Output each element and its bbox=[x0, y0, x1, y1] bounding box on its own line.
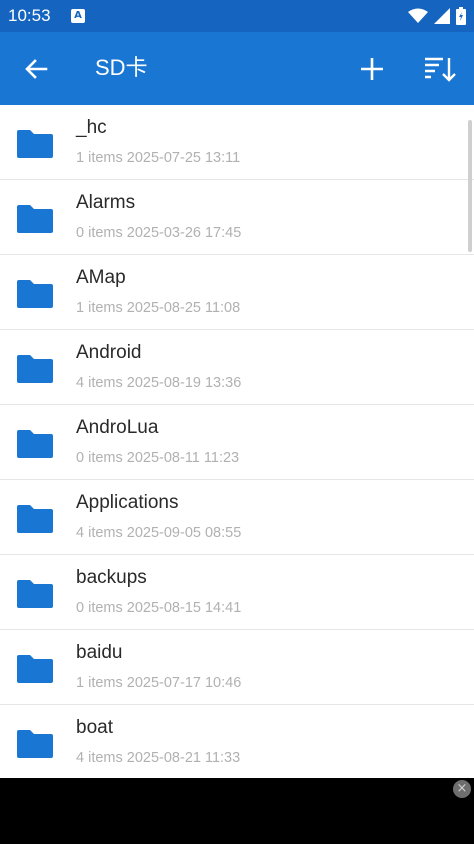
folder-count: 0 items bbox=[76, 600, 123, 616]
folder-row[interactable]: Applications 4 items 2025-09-05 08:55 bbox=[0, 480, 474, 555]
folder-date: 2025-07-17 10:46 bbox=[126, 675, 242, 691]
wifi-icon bbox=[408, 8, 428, 23]
sort-button[interactable] bbox=[424, 54, 456, 84]
folder-meta: 1 items 2025-08-25 11:08 bbox=[76, 299, 240, 317]
folder-date: 2025-08-21 11:33 bbox=[126, 750, 241, 766]
folder-row[interactable]: _hc 1 items 2025-07-25 13:11 bbox=[0, 105, 474, 180]
folder-count: 0 items bbox=[76, 225, 123, 241]
close-ad-button[interactable]: × bbox=[453, 780, 471, 798]
folder-name: baidu bbox=[76, 642, 123, 663]
folder-meta: 4 items 2025-08-21 11:33 bbox=[76, 749, 240, 767]
folder-count: 1 items bbox=[76, 300, 123, 316]
status-time: 10:53 bbox=[8, 6, 51, 25]
folder-name: _hc bbox=[76, 117, 107, 138]
folder-icon bbox=[17, 130, 53, 158]
folder-name: Android bbox=[76, 342, 142, 363]
folder-row[interactable]: baidu 1 items 2025-07-17 10:46 bbox=[0, 630, 474, 705]
folder-name: backups bbox=[76, 567, 147, 588]
folder-date: 2025-08-19 13:36 bbox=[126, 375, 242, 391]
folder-row[interactable]: AMap 1 items 2025-08-25 11:08 bbox=[0, 255, 474, 330]
folder-date: 2025-08-11 11:23 bbox=[126, 450, 240, 466]
folder-icon bbox=[17, 205, 53, 233]
folder-date: 2025-03-26 17:45 bbox=[126, 225, 242, 241]
sort-icon bbox=[425, 57, 456, 82]
folder-meta: 4 items 2025-08-19 13:36 bbox=[76, 374, 241, 392]
folder-row[interactable]: AndroLua 0 items 2025-08-11 11:23 bbox=[0, 405, 474, 480]
folder-icon bbox=[17, 355, 53, 383]
signal-icon bbox=[434, 8, 450, 24]
battery-icon bbox=[456, 7, 466, 25]
folder-count: 4 items bbox=[76, 375, 123, 391]
folder-meta: 0 items 2025-03-26 17:45 bbox=[76, 224, 241, 242]
folder-date: 2025-07-25 13:11 bbox=[126, 150, 241, 166]
folder-icon bbox=[17, 430, 53, 458]
folder-meta: 0 items 2025-08-11 11:23 bbox=[76, 449, 239, 467]
folder-row[interactable]: boat 4 items 2025-08-21 11:33 bbox=[0, 705, 474, 778]
folder-icon bbox=[17, 580, 53, 608]
folder-icon bbox=[17, 730, 53, 758]
folder-name: Applications bbox=[76, 492, 179, 513]
notification-a-icon: A bbox=[71, 9, 85, 23]
add-button[interactable] bbox=[358, 55, 386, 83]
folder-name: boat bbox=[76, 717, 113, 738]
folder-count: 1 items bbox=[76, 150, 123, 166]
arrow-left-icon bbox=[25, 59, 48, 79]
folder-icon bbox=[17, 280, 53, 308]
folder-date: 2025-09-05 08:55 bbox=[126, 525, 242, 541]
folder-row[interactable]: Android 4 items 2025-08-19 13:36 bbox=[0, 330, 474, 405]
back-button[interactable] bbox=[22, 55, 50, 83]
status-bar: 10:53 A bbox=[0, 0, 474, 32]
folder-count: 4 items bbox=[76, 525, 123, 541]
folder-meta: 0 items 2025-08-15 14:41 bbox=[76, 599, 241, 617]
folder-count: 4 items bbox=[76, 750, 123, 766]
folder-name: Alarms bbox=[76, 192, 136, 213]
folder-icon bbox=[17, 505, 53, 533]
folder-row[interactable]: backups 0 items 2025-08-15 14:41 bbox=[0, 555, 474, 630]
folder-name: AMap bbox=[76, 267, 126, 288]
folder-row[interactable]: Alarms 0 items 2025-03-26 17:45 bbox=[0, 180, 474, 255]
page-title: SD卡 bbox=[95, 55, 148, 80]
folder-count: 1 items bbox=[76, 675, 123, 691]
folder-meta: 1 items 2025-07-17 10:46 bbox=[76, 674, 241, 692]
folder-name: AndroLua bbox=[76, 417, 159, 438]
ad-banner[interactable] bbox=[0, 778, 474, 844]
scrollbar-thumb[interactable] bbox=[468, 120, 472, 252]
status-icons bbox=[408, 6, 466, 26]
folder-icon bbox=[17, 655, 53, 683]
app-bar: SD卡 bbox=[0, 32, 474, 105]
folder-date: 2025-08-15 14:41 bbox=[126, 600, 242, 616]
folder-count: 0 items bbox=[76, 450, 123, 466]
plus-icon bbox=[361, 58, 383, 80]
folder-date: 2025-08-25 11:08 bbox=[126, 300, 241, 316]
file-list[interactable]: _hc 1 items 2025-07-25 13:11 Alarms 0 it… bbox=[0, 105, 474, 778]
folder-meta: 1 items 2025-07-25 13:11 bbox=[76, 149, 240, 167]
folder-meta: 4 items 2025-09-05 08:55 bbox=[76, 524, 241, 542]
